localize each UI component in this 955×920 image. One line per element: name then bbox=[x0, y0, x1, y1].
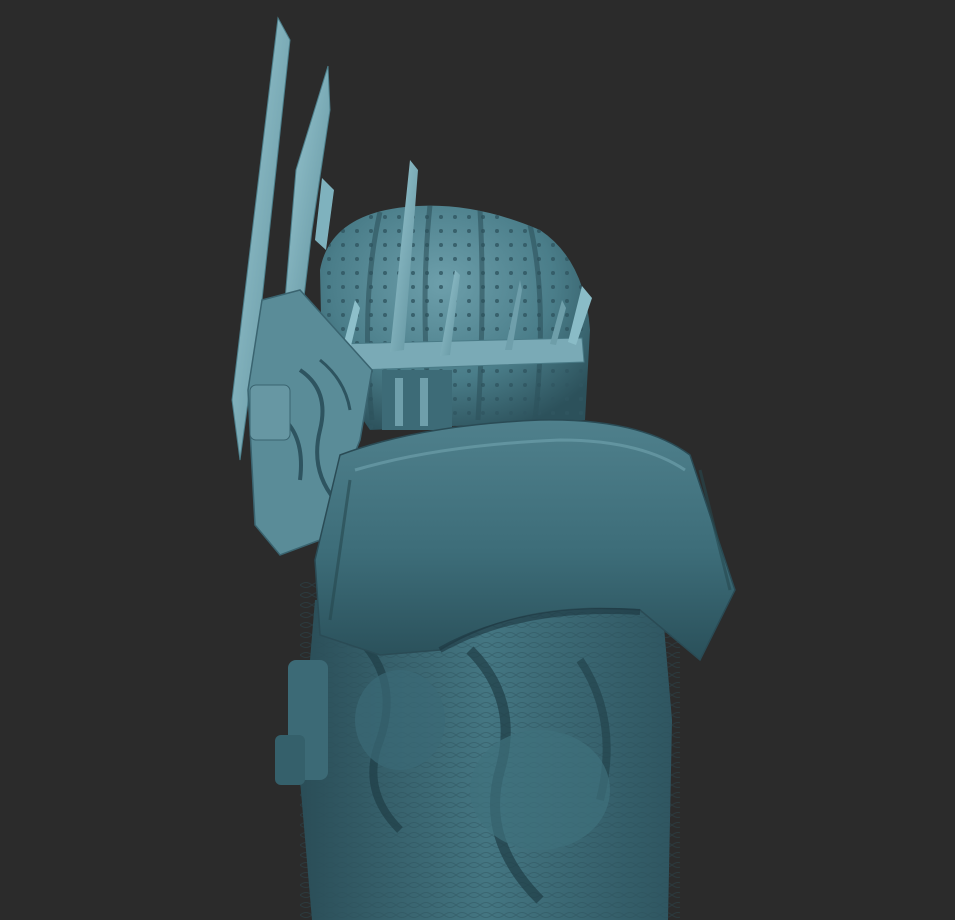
sculpt-model bbox=[231, 16, 736, 920]
3d-viewport[interactable] bbox=[0, 0, 955, 920]
